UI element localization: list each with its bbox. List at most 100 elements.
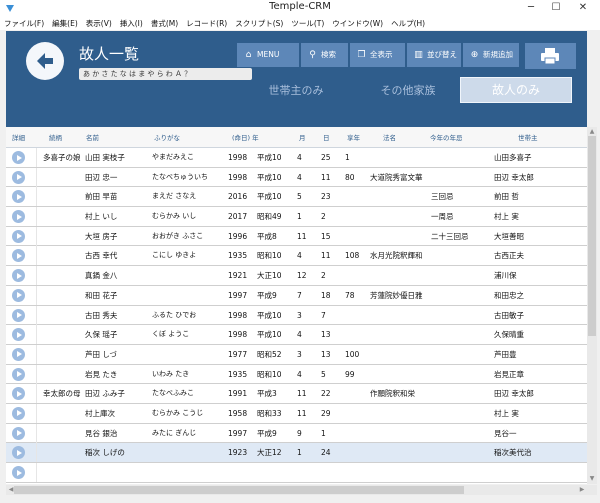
cell-year: 2017	[228, 212, 248, 222]
close-button[interactable]: ✕	[572, 0, 594, 16]
cell-memorial: 三回忌	[431, 192, 454, 202]
back-arrow-icon	[37, 53, 53, 69]
scroll-down-icon[interactable]: ▼	[587, 474, 597, 484]
cell-age: 99	[345, 369, 355, 379]
filter-other-household[interactable]: その他家族	[358, 78, 458, 104]
show-all-button[interactable]: ❐ 全表示	[350, 43, 405, 67]
menu-help[interactable]: ヘルプ(H)	[387, 16, 429, 30]
cell-name: 山田 実枝子	[85, 153, 125, 162]
open-detail-icon[interactable]	[12, 210, 25, 224]
minimize-button[interactable]: ─	[520, 0, 542, 16]
table-row[interactable]: 芦田 しづ 1977 昭和52 3 13 100 芦田豊	[6, 344, 587, 365]
table-row[interactable]: 村上庫次 むらかみ こうじ 1958 昭和33 11 29 村上 実	[6, 403, 587, 424]
menu-format[interactable]: 書式(M)	[147, 16, 182, 30]
open-detail-icon[interactable]	[12, 426, 25, 440]
open-detail-icon[interactable]	[12, 347, 25, 361]
cell-day: 5	[321, 369, 326, 379]
open-detail-icon[interactable]	[12, 466, 25, 479]
col-memorial[interactable]: 今年の年忌	[430, 132, 463, 142]
open-detail-icon[interactable]	[12, 249, 25, 263]
menu-records[interactable]: レコード(R)	[182, 16, 231, 30]
table-row[interactable]: 村上 いし むらかみ いし 2017 昭和49 1 2 一周忌 村上 実	[6, 207, 587, 227]
menu-tools[interactable]: ツール(T)	[287, 16, 328, 30]
cell-era: 大正12	[257, 448, 282, 458]
search-button[interactable]: ⚲ 検索	[301, 43, 348, 67]
filter-householder-only[interactable]: 世帯主のみ	[246, 78, 346, 104]
table-row[interactable]: 大垣 房子 おおがき ふさこ 1996 平成8 11 15 二十三回忌 大垣善昭	[6, 226, 587, 247]
table-row[interactable]: 見谷 銀治 みたに ぎんじ 1997 平成9 9 1 見谷一	[6, 423, 587, 444]
cell-kana: むらかみ いし	[152, 212, 197, 221]
table-row[interactable]: 古西 幸代 こにし ゆきよ 1935 昭和10 4 11 108 水月光院釈輝和 古西正夫	[6, 246, 587, 267]
col-relation[interactable]: 続柄	[49, 132, 62, 142]
open-detail-icon[interactable]	[12, 151, 25, 164]
sort-button[interactable]: ▥ 並び替え	[407, 43, 461, 67]
filter-deceased-only[interactable]: 故人のみ	[460, 77, 572, 103]
open-detail-icon[interactable]	[12, 288, 25, 302]
cell-era: 昭和49	[257, 212, 282, 222]
table-row[interactable]: 幸太郎の母 田辺 ふみ子 たなべふみこ 1991 平成3 11 22 作願院釈和栄 田辺 幸太郎	[6, 384, 587, 404]
cell-age: 78	[345, 290, 355, 300]
vertical-scroll-thumb[interactable]	[588, 136, 596, 336]
open-detail-icon[interactable]	[12, 406, 25, 420]
col-month[interactable]: 月	[299, 132, 306, 142]
table-row[interactable]: 真鍋 金八 1921 大正10 12 2 浦川保	[6, 266, 587, 286]
col-age[interactable]: 享年	[347, 132, 360, 142]
col-dharma-name[interactable]: 法名	[383, 132, 396, 142]
horizontal-scroll-thumb[interactable]	[14, 486, 464, 494]
menu-file[interactable]: ファイル(F)	[0, 16, 48, 30]
table-row[interactable]: 前田 早苗 まえだ さなえ 2016 平成10 5 23 三回忌 前田 哲	[6, 187, 587, 208]
table-row[interactable]: 田辺 忠一 たなべちゅういち 1998 平成10 4 11 80 大道院秀富文華 田辺 幸太郎	[6, 167, 587, 188]
search-icon: ⚲	[309, 50, 316, 60]
col-kana[interactable]: ふりがな	[154, 132, 180, 142]
open-detail-icon[interactable]	[12, 308, 25, 322]
open-detail-icon[interactable]	[12, 446, 25, 460]
col-householder[interactable]: 世帯主	[518, 132, 538, 142]
cell-dharma-name: 作願院釈和栄	[370, 389, 415, 399]
cell-era: 昭和33	[257, 408, 282, 418]
col-detail[interactable]: 詳細	[12, 132, 25, 142]
table-row[interactable]: 古田 秀夫 ふるた ひでお 1998 平成10 3 7 古田敏子	[6, 305, 587, 326]
open-detail-icon[interactable]	[12, 269, 25, 283]
table-row[interactable]: 稲次 しげの 1923 大正12 1 24 稲次美代治	[6, 443, 587, 463]
column-divider	[36, 266, 37, 286]
menu-button[interactable]: ⌂ MENU	[237, 43, 299, 67]
maximize-button[interactable]: ☐	[545, 0, 567, 16]
scroll-right-icon[interactable]: ▶	[577, 485, 587, 495]
table-row[interactable]: 久保 瑶子 くぼ ようこ 1998 平成10 4 13 久保晴重	[6, 325, 587, 345]
cell-householder: 浦川保	[494, 271, 517, 281]
menu-edit[interactable]: 編集(E)	[48, 16, 82, 30]
printer-icon	[541, 48, 559, 64]
cell-month: 12	[297, 271, 307, 281]
open-detail-icon[interactable]	[12, 367, 25, 381]
kana-index-bar[interactable]: あかさたなはまやらわＡ？	[79, 68, 252, 80]
menu-view[interactable]: 表示(V)	[82, 16, 116, 30]
table-row[interactable]: 和田 花子 1997 平成9 7 18 78 芳蓮院妙優日雅 和田忠之	[6, 285, 587, 306]
menu-scripts[interactable]: スクリプト(S)	[231, 16, 287, 30]
cell-year: 1998	[228, 172, 248, 182]
cell-day: 2	[321, 271, 326, 281]
back-button[interactable]	[26, 42, 64, 80]
cell-age: 108	[345, 251, 360, 261]
header-panel: 故人一覧 あかさたなはまやらわＡ？ ⌂ MENU ⚲ 検索 ❐ 全表示 ▥ 並び替え ⊕…	[6, 31, 587, 127]
table-row[interactable]: 岩見 たき いわみ たき 1935 昭和10 4 5 99 岩見正章	[6, 364, 587, 385]
open-detail-icon[interactable]	[12, 328, 25, 342]
cell-householder: 村上 実	[494, 212, 519, 222]
menu-insert[interactable]: 挿入(I)	[116, 16, 147, 30]
cell-month: 3	[297, 310, 302, 320]
col-day[interactable]: 日	[323, 132, 330, 142]
open-detail-icon[interactable]	[12, 229, 25, 243]
col-death-year[interactable]: (命日) 年	[232, 132, 259, 142]
cell-householder: 古田敏子	[494, 310, 524, 320]
print-button[interactable]	[525, 43, 576, 69]
cell-age: 100	[345, 349, 360, 359]
open-detail-icon[interactable]	[12, 170, 25, 184]
col-name[interactable]: 名前	[86, 132, 99, 142]
cell-kana: みたに ぎんじ	[152, 428, 197, 437]
show-all-button-label: 全表示	[370, 50, 393, 59]
table-row[interactable]: 多喜子の娘 山田 実枝子 やまだみえこ 1998 平成10 4 25 1 山田多喜子	[6, 148, 587, 168]
menu-window[interactable]: ウインドウ(W)	[328, 16, 387, 30]
add-new-button[interactable]: ⊕ 新規追加	[463, 43, 519, 67]
open-detail-icon[interactable]	[12, 387, 25, 401]
open-detail-icon[interactable]	[12, 190, 25, 204]
table-row[interactable]	[6, 463, 587, 483]
